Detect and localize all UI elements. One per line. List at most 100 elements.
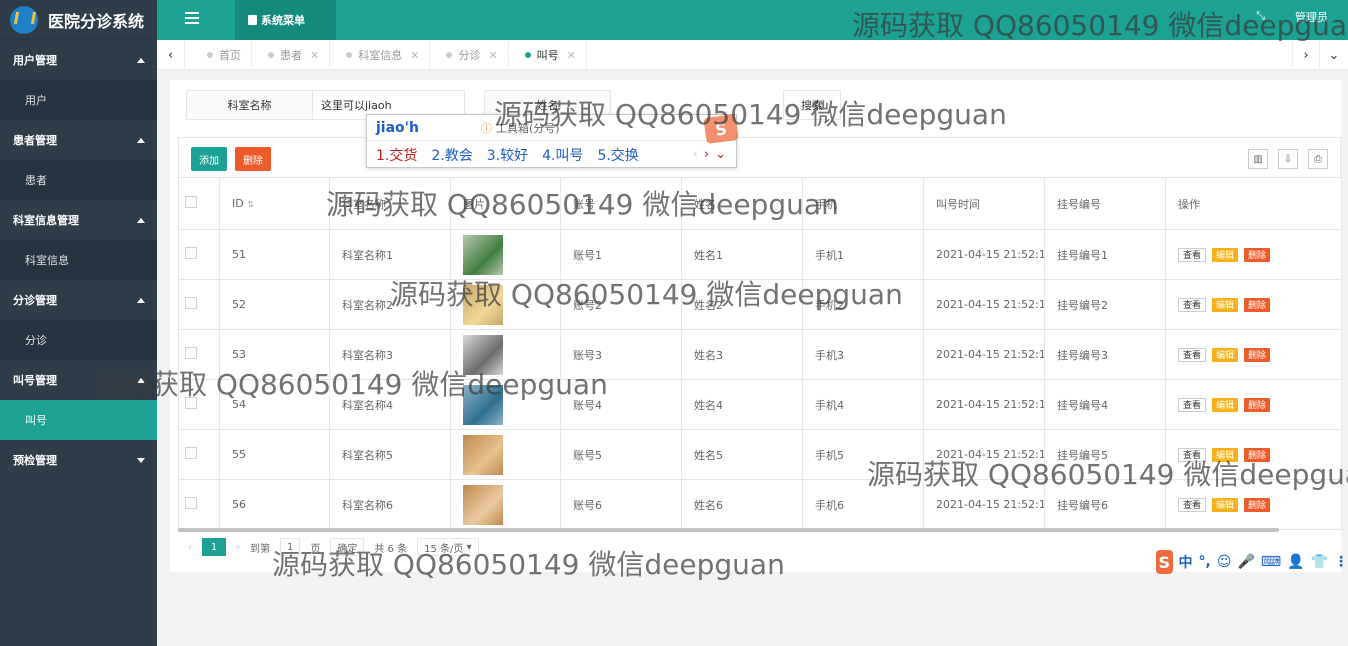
ime-candidate[interactable]: 3.较好 bbox=[487, 145, 528, 165]
row-actions: 查看 编辑 删除 bbox=[1178, 447, 1341, 462]
row-image[interactable] bbox=[463, 284, 503, 325]
tabs-right-arrow-icon[interactable]: › bbox=[1292, 40, 1320, 70]
sidebar-group-call[interactable]: 叫号管理 bbox=[0, 360, 157, 400]
row-checkbox[interactable] bbox=[185, 297, 197, 309]
sidebar-group-precheck[interactable]: 预检管理 bbox=[0, 440, 157, 480]
col-id[interactable]: ID ⇅ bbox=[219, 177, 330, 230]
goto-confirm-button[interactable]: 确定 bbox=[330, 538, 365, 556]
ime-candidate[interactable]: 1.交货 bbox=[376, 145, 417, 165]
tab-triage[interactable]: 分诊 ✕ bbox=[430, 40, 509, 70]
row-checkbox[interactable] bbox=[185, 497, 197, 509]
view-button[interactable]: 查看 bbox=[1178, 397, 1207, 412]
col-phone: 手机 bbox=[802, 177, 924, 230]
edit-button[interactable]: 编辑 bbox=[1212, 247, 1239, 262]
cell-name: 姓名6 bbox=[681, 479, 803, 530]
view-button[interactable]: 查看 bbox=[1178, 247, 1207, 262]
sidebar-item-patient[interactable]: 患者 bbox=[0, 160, 157, 200]
sidebar-item-call[interactable]: 叫号 bbox=[0, 400, 157, 440]
dot-icon bbox=[524, 52, 531, 58]
search-button[interactable]: 搜索 bbox=[783, 90, 841, 120]
ime-prev-icon[interactable]: ‹ bbox=[693, 147, 698, 162]
sidebar-group-triage[interactable]: 分诊管理 bbox=[0, 280, 157, 320]
delete-button[interactable]: 删除 bbox=[235, 147, 271, 171]
view-button[interactable]: 查看 bbox=[1178, 447, 1207, 462]
select-all-checkbox[interactable] bbox=[185, 196, 197, 208]
edit-button[interactable]: 编辑 bbox=[1212, 397, 1239, 412]
sidebar-item-dept[interactable]: 科室信息 bbox=[0, 240, 157, 280]
print-icon[interactable]: ⎙ bbox=[1308, 149, 1328, 169]
view-button[interactable]: 查看 bbox=[1178, 297, 1207, 312]
row-image[interactable] bbox=[463, 234, 503, 275]
ime-candidate[interactable]: 4.叫号 bbox=[542, 145, 583, 165]
sidebar-group-dept[interactable]: 科室信息管理 bbox=[0, 200, 157, 240]
row-checkbox[interactable] bbox=[185, 447, 197, 459]
row-delete-button[interactable]: 删除 bbox=[1244, 497, 1271, 512]
tab-home[interactable]: 首页 bbox=[191, 40, 252, 70]
row-delete-button[interactable]: 删除 bbox=[1244, 397, 1271, 412]
sidebar-item-user[interactable]: 用户 bbox=[0, 80, 157, 120]
next-page-icon[interactable]: › bbox=[236, 542, 240, 553]
sidebar-item-triage[interactable]: 分诊 bbox=[0, 320, 157, 360]
fullscreen-icon[interactable]: ⤡ bbox=[1256, 9, 1265, 25]
sidebar-group-patient[interactable]: 患者管理 bbox=[0, 120, 157, 160]
page-input[interactable]: 1 bbox=[280, 538, 301, 556]
add-button[interactable]: 添加 bbox=[191, 147, 227, 171]
prev-page-icon[interactable]: ‹ bbox=[188, 542, 192, 553]
horizontal-scrollbar[interactable] bbox=[178, 528, 1279, 532]
sidebar-group-user[interactable]: 用户管理 bbox=[0, 40, 157, 80]
row-delete-button[interactable]: 删除 bbox=[1244, 297, 1271, 312]
row-delete-button[interactable]: 删除 bbox=[1244, 247, 1271, 262]
sogou-icon[interactable]: S bbox=[1156, 550, 1173, 574]
close-icon[interactable]: ✕ bbox=[567, 49, 576, 62]
row-checkbox[interactable] bbox=[185, 247, 197, 259]
tab-dept[interactable]: 科室信息 ✕ bbox=[330, 40, 431, 70]
menu-toggle-icon[interactable] bbox=[185, 12, 199, 24]
row-image[interactable] bbox=[463, 434, 503, 475]
ime-user-icon[interactable]: 👤 bbox=[1287, 554, 1304, 570]
columns-filter-icon[interactable]: ▥ bbox=[1248, 149, 1268, 169]
sort-icon[interactable]: ⇅ bbox=[247, 200, 254, 209]
row-image[interactable] bbox=[463, 384, 503, 425]
row-delete-button[interactable]: 删除 bbox=[1244, 347, 1271, 362]
tabs-menu-down-icon[interactable]: ⌄ bbox=[1320, 40, 1348, 70]
tabs-left-arrow-icon[interactable]: ‹ bbox=[157, 40, 185, 70]
dot-icon bbox=[207, 52, 213, 58]
admin-menu[interactable]: 管理员 bbox=[1295, 9, 1328, 25]
ime-emoji-icon[interactable]: ☺ bbox=[1217, 554, 1232, 570]
row-checkbox[interactable] bbox=[185, 397, 197, 409]
row-image[interactable] bbox=[463, 334, 503, 375]
ime-keyboard-icon[interactable]: ⌨ bbox=[1261, 554, 1281, 570]
current-page[interactable]: 1 bbox=[202, 538, 226, 556]
edit-button[interactable]: 编辑 bbox=[1212, 297, 1239, 312]
view-button[interactable]: 查看 bbox=[1178, 347, 1207, 362]
row-image[interactable] bbox=[463, 484, 503, 525]
ime-expand-icon[interactable]: ⌄ bbox=[715, 147, 726, 162]
ime-next-icon[interactable]: › bbox=[704, 147, 709, 162]
edit-button[interactable]: 编辑 bbox=[1212, 497, 1239, 512]
tab-call[interactable]: 叫号 ✕ bbox=[509, 40, 587, 70]
view-button[interactable]: 查看 bbox=[1178, 497, 1207, 512]
close-icon[interactable]: ✕ bbox=[310, 49, 319, 62]
export-icon[interactable]: ⇩ bbox=[1278, 149, 1298, 169]
page-size-select[interactable]: 15 条/页 ▾ bbox=[417, 538, 479, 556]
tab-patient[interactable]: 患者 ✕ bbox=[252, 40, 331, 70]
system-menu-button[interactable]: 系统菜单 bbox=[235, 0, 336, 40]
col-account: 账号 bbox=[560, 177, 682, 230]
row-delete-button[interactable]: 删除 bbox=[1244, 447, 1271, 462]
ime-more-icon[interactable]: ⋮ bbox=[1334, 554, 1348, 570]
edit-button[interactable]: 编辑 bbox=[1212, 347, 1239, 362]
close-icon[interactable]: ✕ bbox=[410, 49, 419, 62]
caret-up-icon bbox=[137, 57, 145, 63]
ime-candidate[interactable]: 2.教会 bbox=[431, 145, 472, 165]
ime-mic-icon[interactable]: 🎤 bbox=[1237, 554, 1254, 570]
ime-lang-toggle[interactable]: 中 bbox=[1179, 552, 1193, 572]
close-icon[interactable]: ✕ bbox=[488, 49, 497, 62]
ime-candidate[interactable]: 5.交换 bbox=[597, 145, 638, 165]
cell-time: 2021-04-15 21:52:11 bbox=[923, 429, 1045, 480]
cell-id: 54 bbox=[219, 379, 330, 430]
edit-button[interactable]: 编辑 bbox=[1212, 447, 1239, 462]
cell-time: 2021-04-15 21:52:11 bbox=[923, 229, 1045, 280]
row-checkbox[interactable] bbox=[185, 347, 197, 359]
ime-punct-icon[interactable]: °, bbox=[1199, 554, 1211, 570]
ime-skin-icon[interactable]: 👕 bbox=[1311, 554, 1328, 570]
